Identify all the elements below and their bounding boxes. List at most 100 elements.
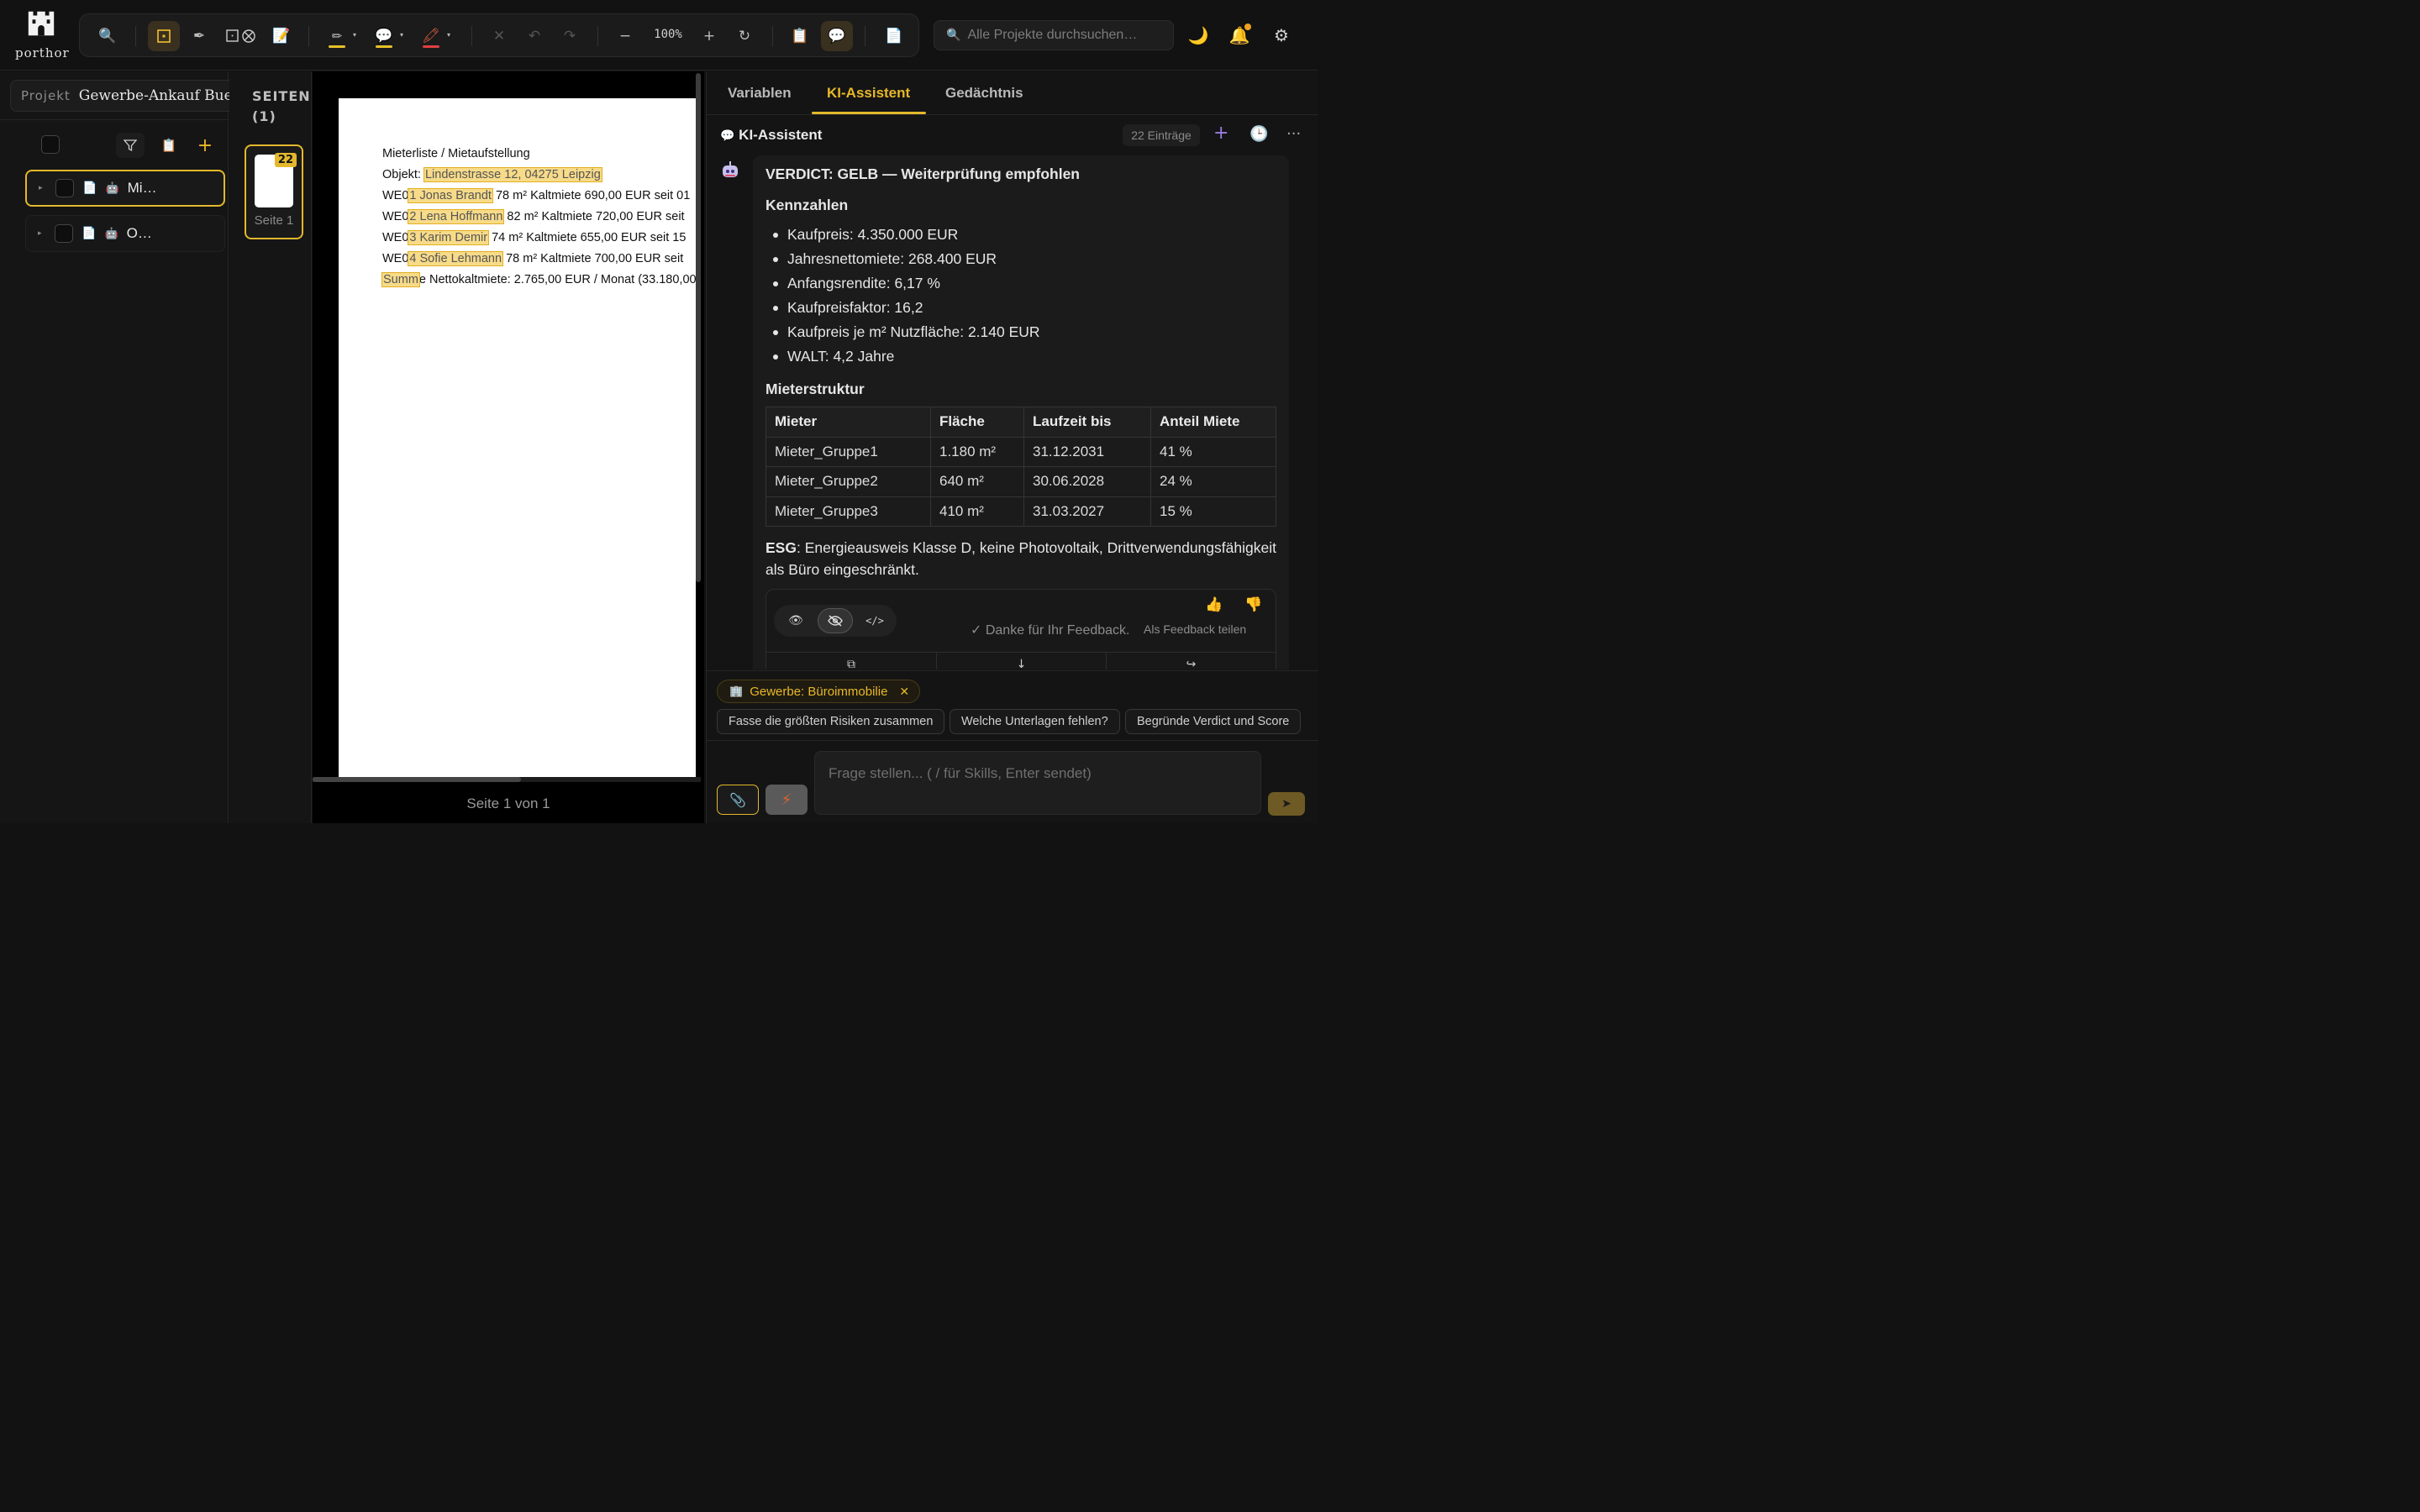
redact-box-tool-button[interactable] [224,21,259,51]
thumbs-down-icon: 👎 [1244,596,1263,613]
cancel-button[interactable]: ✕ [483,21,515,51]
attach-button[interactable]: 📎 [717,785,759,815]
copy-button[interactable]: ⧉ [766,658,936,669]
comment-tool-button[interactable]: 💬 [368,21,403,51]
memo-icon: 📝 [272,28,291,45]
vertical-scrollbar[interactable] [696,73,701,582]
suggestion-verdict[interactable]: Begründe Verdict und Score [1125,709,1302,734]
redaction-highlight[interactable]: Lindenstrasse 12, 04275 Leipzig [423,167,602,182]
redaction-highlight[interactable]: 2 Lena Hoffmann [408,209,505,224]
suggestion-risks[interactable]: Fasse die größten Risiken zusammen [717,709,945,734]
share-button[interactable]: ↪ [1106,653,1276,669]
project-search[interactable]: 🔍 [934,20,1174,50]
ai-badge-icon: 🤖 [104,227,118,240]
thumbs-down-button[interactable]: 👎 [1244,596,1262,613]
chat-toggle-button[interactable]: 💬 [821,21,853,51]
top-bar: porthor 🔍 ✒ 📝 ✏ 💬 🖍 ✕ ↶ ↷ − 100% + ↻ 📋 💬… [0,0,1318,71]
expand-arrow-icon[interactable]: ▸ [38,229,46,238]
context-chip[interactable]: 🏢 Gewerbe: Büroimmobilie ✕ [717,680,921,703]
document-viewer[interactable]: Mieterliste / Mietaufstellung Objekt: Li… [313,71,704,823]
marker-tool-button[interactable]: 🖍 [415,21,450,51]
thumbnail-caption: Seite 1 [254,213,294,228]
redaction-highlight[interactable]: 1 Jonas Brandt [408,188,493,203]
table-row: Mieter_Gruppe1 1.180 m² 31.12.2031 41 % [765,436,1276,467]
rotate-icon: ↻ [738,28,751,45]
dark-mode-toggle[interactable]: 🌙 [1186,24,1210,47]
clipboard-button[interactable]: 📋 [784,21,816,51]
question-input[interactable] [814,751,1261,815]
paperclip-icon: 📎 [729,791,746,808]
share-feedback-link[interactable]: Als Feedback teilen [1144,622,1246,636]
code-view-button[interactable]: </> [857,608,892,633]
pen-tool-button[interactable]: ✒ [183,21,215,51]
document-page[interactable]: Mieterliste / Mietaufstellung Objekt: Li… [339,98,696,777]
close-icon[interactable]: ✕ [899,685,909,699]
send-button[interactable]: ➤ [1268,792,1305,816]
more-options-button[interactable]: ··· [1286,125,1301,143]
select-all-checkbox[interactable] [41,135,60,154]
tree-item-checkbox[interactable] [55,179,74,197]
settings-button[interactable]: ⚙ [1270,24,1293,47]
page-thumbnail[interactable]: 22 Seite 1 [245,144,303,239]
chat-messages[interactable]: VERDICT: GELB — Weiterprüfung empfohlen … [707,155,1318,669]
project-name: Gewerbe-Ankauf Buerohaus [78,87,237,104]
message-feedback-box: 👁 </> 👍 👎 ✓ Danke für Ihr Feedback. Als … [765,589,1276,669]
add-document-button[interactable]: + [191,133,219,158]
box-cross-icon [226,29,255,43]
history-button[interactable]: 🕒 [1249,125,1268,143]
ellipsis-icon: ··· [1286,125,1302,143]
list-item: Jahresnettomiete: 268.400 EUR [765,247,1278,271]
thumbs-up-icon: 👍 [1205,596,1223,613]
notifications-button[interactable]: 🔔 [1228,24,1251,47]
mieterstruktur-heading: Mieterstruktur [765,381,865,397]
document-button[interactable]: 📄 [878,21,910,51]
horizontal-scrollbar[interactable] [313,777,521,782]
redaction-highlight[interactable]: Summ [381,272,420,287]
zoom-level: 100% [654,28,682,41]
select-tool-button[interactable] [148,21,180,51]
project-label: Projekt [21,88,71,103]
download-icon: ↓ [1016,658,1027,669]
doc-unit-line: WE01 Jonas Brandt 78 m² Kaltmiete 690,00… [382,188,691,203]
tab-variablen[interactable]: Variablen [728,85,792,102]
table-row: Mieter_Gruppe2 640 m² 30.06.2028 24 % [765,466,1276,497]
tree-item-label: Mi… [127,180,157,196]
table-header-row: Mieter Fläche Laufzeit bis Anteil Miete [765,407,1276,438]
show-view-button[interactable]: 👁 [778,608,813,633]
project-selector[interactable]: Projekt Gewerbe-Ankauf Buerohaus [10,80,237,112]
redaction-highlight[interactable]: 4 Sofie Lehmann [408,251,504,266]
redo-button[interactable]: ↷ [554,21,586,51]
skills-button[interactable]: ⚡ [765,785,808,815]
app-logo[interactable]: porthor [15,8,69,64]
note-tool-button[interactable]: 📝 [266,21,297,51]
suggestion-missing-docs[interactable]: Welche Unterlagen fehlen? [950,709,1120,734]
annotation-count-badge: 22 [274,153,297,167]
entries-count-badge[interactable]: 22 Einträge [1123,124,1200,146]
expand-arrow-icon[interactable]: ▸ [39,184,47,192]
message-actions: ⧉ ↓ ↪ [766,652,1276,669]
tree-item[interactable]: ▸ 📄 🤖 O… [25,215,225,252]
moon-icon: 🌙 [1187,25,1209,45]
search-tool-button[interactable]: 🔍 [92,21,124,51]
tab-ki-assistent[interactable]: KI-Assistent [827,85,910,102]
highlighter-tool-button[interactable]: ✏ [321,21,356,51]
magnifier-icon: 🔍 [946,29,961,42]
hide-view-button[interactable] [818,608,853,633]
tree-item[interactable]: ▸ 📄 🤖 Mi… [25,170,225,207]
robot-icon [723,161,738,177]
reset-zoom-button[interactable]: ↻ [729,21,760,51]
pages-title: SEITEN (1) [252,88,311,124]
notes-button[interactable]: 📋 [155,133,183,158]
zoom-out-button[interactable]: − [609,21,641,51]
new-chat-button[interactable]: + [1213,123,1228,144]
tree-item-checkbox[interactable] [55,224,73,243]
project-search-input[interactable] [967,28,1170,43]
download-button[interactable]: ↓ [936,653,1106,669]
thumbs-up-button[interactable]: 👍 [1205,596,1223,613]
undo-button[interactable]: ↶ [518,21,550,51]
notification-dot [1244,24,1251,30]
tab-gedaechtnis[interactable]: Gedächtnis [945,85,1023,102]
filter-button[interactable] [116,133,145,158]
redaction-highlight[interactable]: 3 Karim Demir [408,230,490,245]
zoom-in-button[interactable]: + [693,21,725,51]
